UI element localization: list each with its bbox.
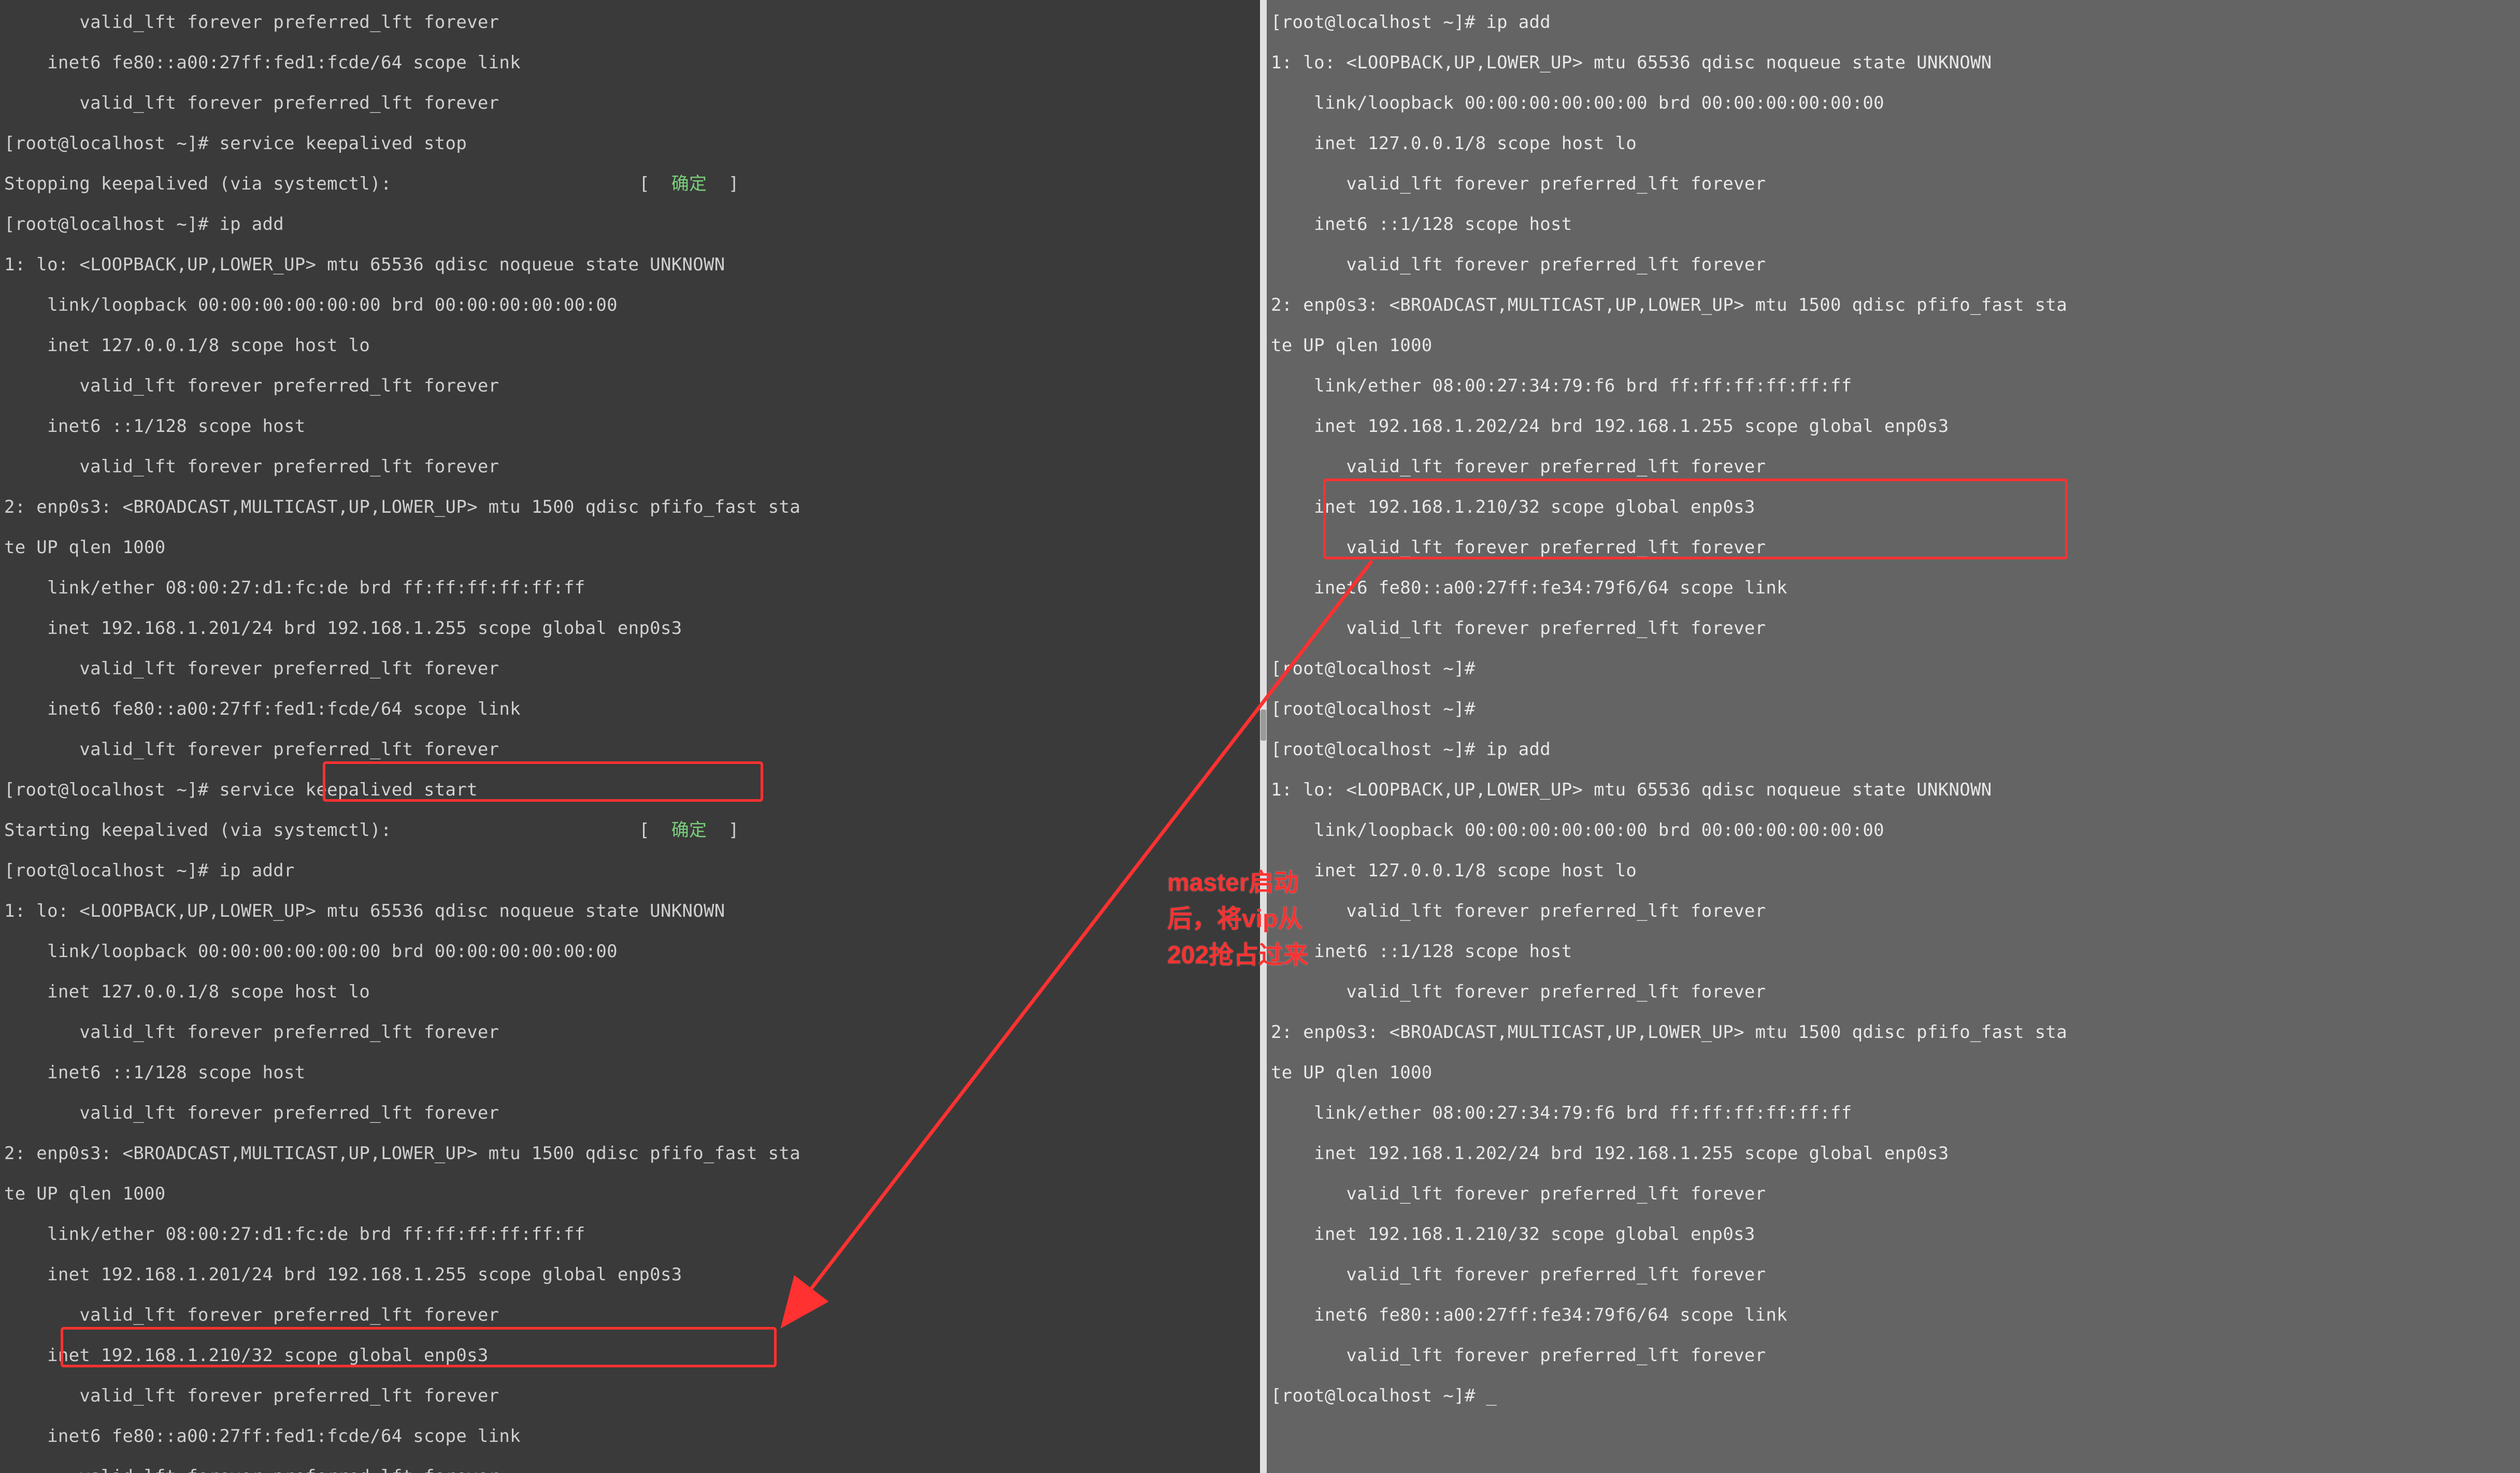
term-line: inet6 ::1/128 scope host	[4, 1052, 1256, 1093]
term-line: inet 127.0.0.1/8 scope host lo	[4, 325, 1256, 366]
term-line: inet6 fe80::a00:27ff:fed1:fcde/64 scope …	[4, 689, 1256, 729]
term-line: link/loopback 00:00:00:00:00:00 brd 00:0…	[1271, 83, 2516, 123]
term-line: te UP qlen 1000	[1271, 1052, 2516, 1093]
term-line: [root@localhost ~]# ip add	[1271, 729, 2516, 770]
annotation-text: master启动后，将vip从202抢占过来	[1167, 865, 1325, 974]
terminal-right[interactable]: [root@localhost ~]# ip add 1: lo: <LOOPB…	[1267, 0, 2520, 1473]
term-line: [root@localhost ~]# ip add	[4, 204, 1256, 244]
status-ok: 确定	[671, 174, 707, 194]
term-line: valid_lft forever preferred_lft forever	[4, 366, 1256, 406]
term-line: inet 192.168.1.202/24 brd 192.168.1.255 …	[1271, 1133, 2516, 1174]
term-line: valid_lft forever preferred_lft forever	[4, 1456, 1256, 1473]
highlight-vip-right	[1323, 479, 2068, 559]
highlight-vip-left	[61, 1327, 777, 1367]
term-line: inet 127.0.0.1/8 scope host lo	[4, 972, 1256, 1012]
term-line: valid_lft forever preferred_lft forever	[4, 2, 1256, 42]
term-line: inet6 fe80::a00:27ff:fe34:79f6/64 scope …	[1271, 1295, 2516, 1335]
term-line: valid_lft forever preferred_lft forever	[1271, 891, 2516, 931]
term-line: inet6 fe80::a00:27ff:fe34:79f6/64 scope …	[1271, 568, 2516, 608]
term-line: 2: enp0s3: <BROADCAST,MULTICAST,UP,LOWER…	[1271, 1012, 2516, 1052]
term-line: valid_lft forever preferred_lft forever	[1271, 608, 2516, 648]
term-line: 1: lo: <LOOPBACK,UP,LOWER_UP> mtu 65536 …	[4, 244, 1256, 285]
term-line: inet 127.0.0.1/8 scope host lo	[1271, 850, 2516, 891]
term-line: 1: lo: <LOOPBACK,UP,LOWER_UP> mtu 65536 …	[1271, 770, 2516, 810]
term-line: [root@localhost ~]# service keepalived s…	[4, 123, 1256, 164]
term-line: valid_lft forever preferred_lft forever	[4, 1012, 1256, 1052]
term-line: 1: lo: <LOOPBACK,UP,LOWER_UP> mtu 65536 …	[4, 891, 1256, 931]
term-line: inet 192.168.1.201/24 brd 192.168.1.255 …	[4, 608, 1256, 648]
term-line: link/ether 08:00:27:34:79:f6 brd ff:ff:f…	[1271, 366, 2516, 406]
term-line: link/loopback 00:00:00:00:00:00 brd 00:0…	[4, 931, 1256, 972]
term-line: inet6 ::1/128 scope host	[1271, 204, 2516, 244]
term-line: valid_lft forever preferred_lft forever	[1271, 244, 2516, 285]
term-line: valid_lft forever preferred_lft forever	[1271, 1254, 2516, 1295]
term-line: inet6 ::1/128 scope host	[1271, 931, 2516, 972]
term-line: 2: enp0s3: <BROADCAST,MULTICAST,UP,LOWER…	[1271, 285, 2516, 325]
term-line: 1: lo: <LOOPBACK,UP,LOWER_UP> mtu 65536 …	[1271, 42, 2516, 83]
term-line: valid_lft forever preferred_lft forever	[1271, 1174, 2516, 1214]
term-line: inet 192.168.1.201/24 brd 192.168.1.255 …	[4, 1254, 1256, 1295]
status-ok: 确定	[671, 820, 707, 841]
term-line: [root@localhost ~]# _	[1271, 1376, 2516, 1416]
term-line: link/ether 08:00:27:d1:fc:de brd ff:ff:f…	[4, 568, 1256, 608]
term-line: [root@localhost ~]#	[1271, 689, 2516, 729]
term-line: valid_lft forever preferred_lft forever	[4, 648, 1256, 689]
term-line: link/ether 08:00:27:34:79:f6 brd ff:ff:f…	[1271, 1093, 2516, 1133]
term-line: valid_lft forever preferred_lft forever	[1271, 164, 2516, 204]
terminal-left[interactable]: valid_lft forever preferred_lft forever …	[0, 0, 1260, 1473]
term-line: link/loopback 00:00:00:00:00:00 brd 00:0…	[1271, 810, 2516, 850]
term-line: link/ether 08:00:27:d1:fc:de brd ff:ff:f…	[4, 1214, 1256, 1254]
pane-splitter[interactable]	[1260, 0, 1267, 1473]
term-line: Starting keepalived (via systemctl): [ 确…	[4, 810, 1256, 850]
term-line: valid_lft forever preferred_lft forever	[1271, 1335, 2516, 1376]
term-line: valid_lft forever preferred_lft forever	[4, 446, 1256, 487]
splitter-handle-icon[interactable]	[1261, 710, 1266, 741]
term-line: te UP qlen 1000	[4, 1174, 1256, 1214]
term-line: inet6 ::1/128 scope host	[4, 406, 1256, 446]
term-line: inet 127.0.0.1/8 scope host lo	[1271, 123, 2516, 164]
term-line: valid_lft forever preferred_lft forever	[4, 83, 1256, 123]
term-line: valid_lft forever preferred_lft forever	[4, 1376, 1256, 1416]
term-line: [root@localhost ~]# ip add	[1271, 2, 2516, 42]
term-line: valid_lft forever preferred_lft forever	[4, 1093, 1256, 1133]
term-line: 2: enp0s3: <BROADCAST,MULTICAST,UP,LOWER…	[4, 487, 1256, 527]
term-line: valid_lft forever preferred_lft forever	[1271, 972, 2516, 1012]
highlight-keepalived-start	[323, 761, 763, 802]
term-line: te UP qlen 1000	[4, 527, 1256, 568]
term-line: inet6 fe80::a00:27ff:fed1:fcde/64 scope …	[4, 42, 1256, 83]
term-line: te UP qlen 1000	[1271, 325, 2516, 366]
term-line: inet 192.168.1.210/32 scope global enp0s…	[1271, 1214, 2516, 1254]
term-line: link/loopback 00:00:00:00:00:00 brd 00:0…	[4, 285, 1256, 325]
term-line: inet 192.168.1.202/24 brd 192.168.1.255 …	[1271, 406, 2516, 446]
term-line: [root@localhost ~]#	[1271, 648, 2516, 689]
term-line: inet6 fe80::a00:27ff:fed1:fcde/64 scope …	[4, 1416, 1256, 1456]
term-line: [root@localhost ~]# ip addr	[4, 850, 1256, 891]
term-line: 2: enp0s3: <BROADCAST,MULTICAST,UP,LOWER…	[4, 1133, 1256, 1174]
term-line: Stopping keepalived (via systemctl): [ 确…	[4, 164, 1256, 204]
